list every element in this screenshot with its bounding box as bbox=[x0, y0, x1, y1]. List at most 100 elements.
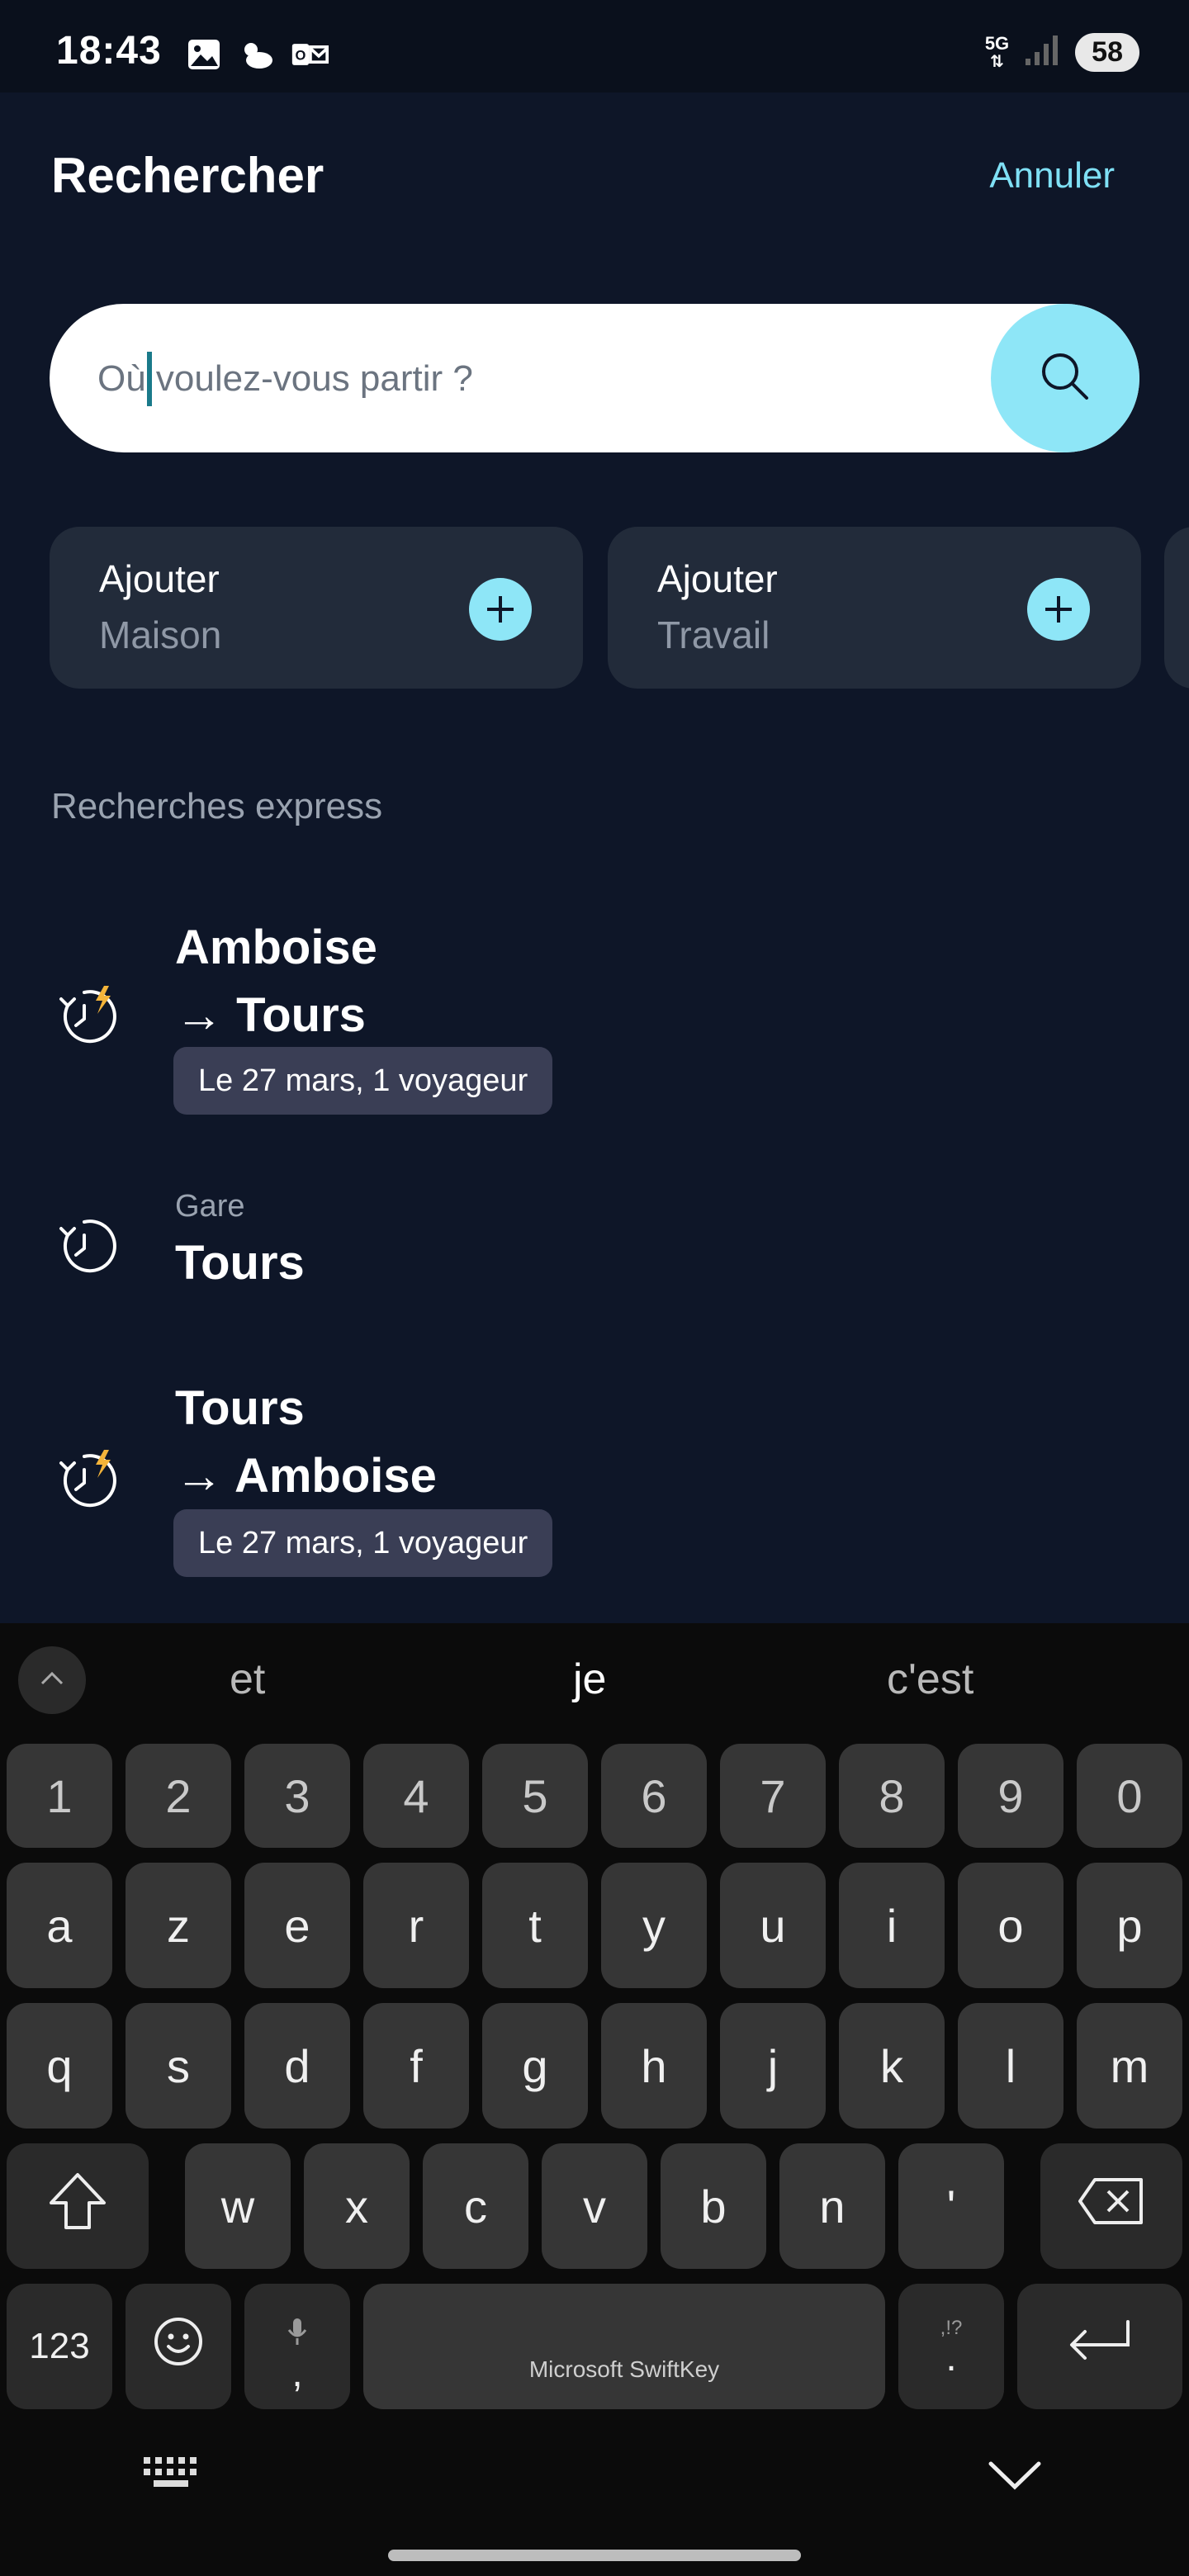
status-time: 18:43 bbox=[56, 29, 162, 73]
suggestion[interactable]: je bbox=[573, 1655, 606, 1704]
plus-icon bbox=[469, 578, 532, 641]
section-title: Recherches express bbox=[51, 786, 383, 826]
express-search-item[interactable]: Tours → Amboise Le 27 mars, 1 voyageur bbox=[0, 1364, 1189, 1595]
key[interactable]: d bbox=[244, 2003, 350, 2129]
enter-key[interactable] bbox=[1017, 2284, 1182, 2409]
network-indicator: 5G ⇅ bbox=[984, 32, 1010, 71]
comma-label: , bbox=[291, 2351, 303, 2395]
express-search-item[interactable]: Amboise → Tours Le 27 mars, 1 voyageur bbox=[0, 900, 1189, 1131]
key[interactable]: c bbox=[423, 2143, 528, 2269]
recent-search-item[interactable]: Gare Tours bbox=[0, 1172, 1189, 1321]
key[interactable]: w bbox=[185, 2143, 291, 2269]
suggestion[interactable]: et bbox=[230, 1655, 265, 1704]
trip-details-badge: Le 27 mars, 1 voyageur bbox=[173, 1047, 553, 1115]
comma-key[interactable]: , bbox=[244, 2284, 350, 2409]
key[interactable]: i bbox=[839, 1863, 945, 1988]
quick-history-icon bbox=[51, 1445, 122, 1516]
signal-icon bbox=[1024, 34, 1060, 71]
shift-key[interactable] bbox=[7, 2143, 149, 2269]
space-key[interactable]: Microsoft SwiftKey bbox=[363, 2284, 885, 2409]
hide-keyboard-icon[interactable] bbox=[988, 2459, 1042, 2496]
backspace-icon bbox=[1077, 2175, 1146, 2238]
shortcut-cards: Ajouter Maison Ajouter Travail bbox=[50, 527, 1189, 689]
suggestion[interactable]: c'est bbox=[887, 1655, 973, 1704]
destination-label: → Amboise bbox=[175, 1449, 437, 1503]
period-key[interactable]: ,!? . bbox=[898, 2284, 1004, 2409]
key[interactable]: b bbox=[661, 2143, 766, 2269]
navigation-bar bbox=[0, 2411, 1189, 2576]
add-work-card[interactable]: Ajouter Travail bbox=[608, 527, 1141, 689]
key[interactable]: u bbox=[720, 1863, 826, 1988]
key[interactable]: j bbox=[720, 2003, 826, 2129]
status-bar: 18:43 O 5G ⇅ 58 bbox=[0, 0, 1189, 92]
key[interactable]: y bbox=[601, 1863, 707, 1988]
svg-text:O: O bbox=[296, 47, 306, 63]
key[interactable]: v bbox=[542, 2143, 647, 2269]
trip-details-badge: Le 27 mars, 1 voyageur bbox=[173, 1509, 553, 1577]
weather-icon bbox=[238, 36, 276, 73]
key[interactable]: x bbox=[304, 2143, 410, 2269]
numbers-key[interactable]: 123 bbox=[7, 2284, 112, 2409]
key[interactable]: 6 bbox=[601, 1744, 707, 1848]
key[interactable]: t bbox=[482, 1863, 588, 1988]
key[interactable]: z bbox=[126, 1863, 231, 1988]
key[interactable]: q bbox=[7, 2003, 112, 2129]
next-shortcut-card[interactable] bbox=[1164, 527, 1189, 689]
key[interactable]: 8 bbox=[839, 1744, 945, 1848]
key[interactable]: s bbox=[126, 2003, 231, 2129]
space-label: Microsoft SwiftKey bbox=[528, 2356, 720, 2382]
key[interactable]: 7 bbox=[720, 1744, 826, 1848]
emoji-key[interactable] bbox=[126, 2284, 231, 2409]
key[interactable]: g bbox=[482, 2003, 588, 2129]
key[interactable]: n bbox=[779, 2143, 885, 2269]
enter-icon bbox=[1065, 2317, 1135, 2377]
microphone-icon bbox=[286, 2304, 309, 2357]
key[interactable]: 2 bbox=[126, 1744, 231, 1848]
card-sublabel: Travail bbox=[657, 613, 770, 656]
history-icon bbox=[51, 1210, 122, 1281]
key[interactable]: h bbox=[601, 2003, 707, 2129]
place-name: Tours bbox=[175, 1236, 305, 1290]
cancel-button[interactable]: Annuler bbox=[989, 155, 1115, 197]
search-icon bbox=[1032, 343, 1098, 414]
suggestion-bar: et je c'est bbox=[0, 1623, 1189, 1714]
toolbar-toggle-button[interactable] bbox=[18, 1646, 86, 1714]
card-label: Ajouter bbox=[99, 557, 220, 600]
page-header: Rechercher Annuler bbox=[0, 92, 1189, 266]
key[interactable]: m bbox=[1077, 2003, 1182, 2129]
search-input[interactable] bbox=[96, 304, 991, 454]
keyboard-switch-icon[interactable] bbox=[142, 2454, 205, 2494]
key[interactable]: 0 bbox=[1077, 1744, 1182, 1848]
plus-icon bbox=[1027, 578, 1090, 641]
key[interactable]: r bbox=[363, 1863, 469, 1988]
gallery-icon bbox=[185, 36, 223, 73]
key[interactable]: 1 bbox=[7, 1744, 112, 1848]
home-indicator[interactable] bbox=[388, 2550, 801, 2561]
add-home-card[interactable]: Ajouter Maison bbox=[50, 527, 583, 689]
period-label: . bbox=[945, 2336, 957, 2379]
key[interactable]: 3 bbox=[244, 1744, 350, 1848]
key[interactable]: a bbox=[7, 1863, 112, 1988]
battery-indicator: 58 bbox=[1075, 33, 1139, 72]
key[interactable]: f bbox=[363, 2003, 469, 2129]
page-title: Rechercher bbox=[51, 148, 324, 203]
key[interactable]: 4 bbox=[363, 1744, 469, 1848]
quick-history-icon bbox=[51, 981, 122, 1052]
backspace-key[interactable] bbox=[1040, 2143, 1182, 2269]
card-sublabel: Maison bbox=[99, 613, 222, 656]
card-label: Ajouter bbox=[657, 557, 778, 600]
key[interactable]: l bbox=[958, 2003, 1063, 2129]
key[interactable]: k bbox=[839, 2003, 945, 2129]
key[interactable]: e bbox=[244, 1863, 350, 1988]
key[interactable]: p bbox=[1077, 1863, 1182, 1988]
smiley-icon bbox=[152, 2315, 205, 2379]
key[interactable]: 9 bbox=[958, 1744, 1063, 1848]
search-button[interactable] bbox=[991, 304, 1139, 452]
origin-label: Amboise bbox=[175, 921, 377, 974]
text-caret bbox=[147, 352, 152, 406]
key[interactable]: 5 bbox=[482, 1744, 588, 1848]
key[interactable]: ' bbox=[898, 2143, 1004, 2269]
chevron-up-icon bbox=[39, 1670, 65, 1691]
key[interactable]: o bbox=[958, 1863, 1063, 1988]
destination-label: → Tours bbox=[175, 988, 366, 1042]
